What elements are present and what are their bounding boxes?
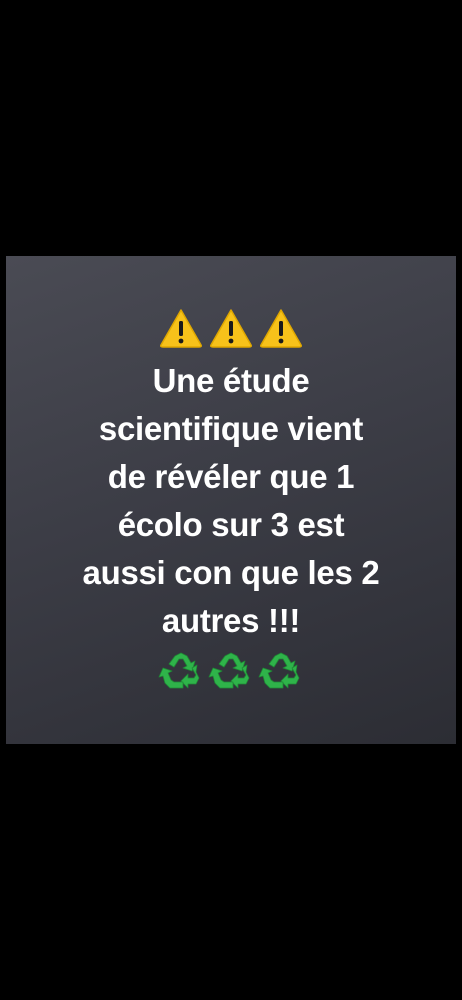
- recycle-icon: [258, 650, 304, 694]
- meme-card: Une étude scientifique vient de révéler …: [6, 256, 456, 744]
- image-canvas: Une étude scientifique vient de révéler …: [0, 0, 462, 1000]
- warning-icons-row: [158, 305, 304, 351]
- warning-icon: [158, 307, 204, 349]
- warning-icon: [208, 307, 254, 349]
- text-line: de révéler que 1: [107, 458, 355, 495]
- recycle-icon: [208, 650, 254, 694]
- text-line: Une étude: [152, 362, 310, 399]
- recycle-icons-row: [158, 649, 304, 695]
- meme-text: Une étude scientifique vient de révéler …: [21, 357, 441, 645]
- text-line: scientifique vient: [98, 410, 364, 447]
- recycle-icon: [158, 650, 204, 694]
- text-line: aussi con que les 2: [82, 554, 380, 591]
- text-line: écolo sur 3 est: [117, 506, 345, 543]
- warning-icon: [258, 307, 304, 349]
- text-line: autres !!!: [161, 602, 301, 639]
